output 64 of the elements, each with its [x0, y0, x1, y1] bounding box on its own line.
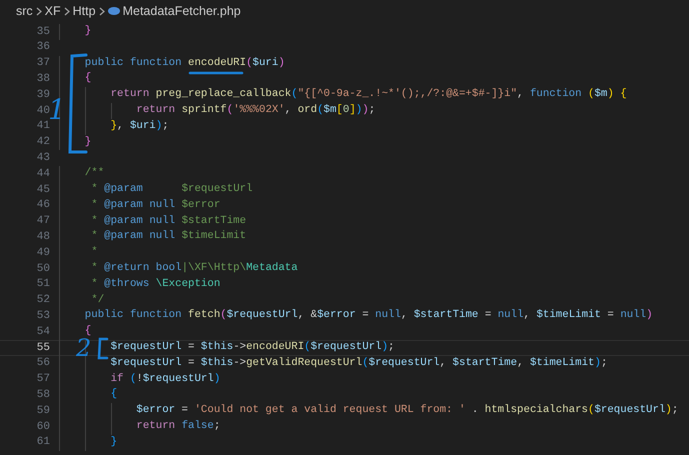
line-number: 43: [36, 151, 51, 166]
chevron-icon: [98, 6, 105, 16]
breadcrumb-item[interactable]: XF: [44, 2, 61, 20]
line-number: 45: [36, 182, 51, 198]
line-number: 61: [36, 435, 51, 450]
code-line: return preg_replace_callback("{[^0-9a-z_.!~*'();,/?:@&=+$#-]}i", function ($m) {: [110, 87, 627, 102]
code-line: public function fetch($requestUrl, &$error = null, $startTime = null, $timeLimit = null): [84, 308, 653, 324]
line-number: 44: [36, 166, 51, 182]
code-line: }: [110, 434, 118, 450]
line-number: 41: [36, 119, 51, 134]
line-number: 36: [36, 40, 51, 56]
line-number: 53: [36, 309, 51, 324]
line-number: 42: [36, 135, 51, 150]
line-number: 49: [36, 246, 51, 261]
breadcrumb-item[interactable]: Http: [72, 2, 96, 20]
code-line: $error = 'Could not get a valid request URL from: ' . htmlspecialchars($requestUrl);: [136, 403, 678, 418]
line-number: 40: [36, 104, 50, 119]
breadcrumb-item[interactable]: src: [16, 2, 33, 20]
code-line: {: [84, 324, 92, 338]
line-number: 38: [36, 72, 51, 88]
code-line: {: [84, 71, 92, 86]
chevron-icon: [64, 6, 70, 16]
line-number: 57: [36, 372, 51, 388]
code-line: * @param $requestUrl: [90, 182, 253, 197]
line-number: 47: [36, 214, 51, 230]
line-number: 55: [36, 340, 51, 356]
php-file-icon: [108, 7, 120, 15]
code-line: {: [110, 387, 118, 402]
code-line: * @param null $timeLimit: [90, 229, 246, 244]
underline-annotation: [188, 71, 244, 75]
line-number: 60: [36, 420, 51, 435]
handwritten-number: 1: [48, 96, 66, 124]
line-number: 54: [36, 324, 51, 340]
line-number: 56: [36, 356, 51, 372]
code-line: }: [84, 24, 92, 39]
code-line: return false;: [136, 418, 220, 434]
line-number: 37: [36, 56, 51, 72]
bracket-annotation: [97, 337, 109, 360]
code-line: $requestUrl = $this->getValidRequestUrl($requestUrl, $startTime, $timeLimit);: [110, 356, 608, 371]
code-line: */: [90, 292, 104, 308]
code-line: $requestUrl = $this->encodeURI($requestUrl);: [110, 340, 394, 355]
code-line: * @return bool|\XF\Http\Metadata: [90, 260, 298, 276]
code-line: if (!$requestUrl): [110, 372, 220, 387]
code-line: }: [84, 134, 92, 150]
code-line: /**: [84, 166, 104, 182]
line-number: 51: [36, 277, 51, 292]
code-line: }, $uri);: [110, 118, 169, 134]
code-line: * @param null $startTime: [90, 214, 246, 229]
code-line: *: [90, 245, 98, 260]
code-line: public function encodeURI($uri): [84, 56, 285, 71]
line-number: 59: [36, 404, 51, 419]
breadcrumb-file[interactable]: MetadataFetcher.php: [122, 2, 241, 20]
line-number: 48: [36, 230, 51, 246]
line-number: 39: [36, 88, 50, 103]
chevron-icon: [36, 6, 42, 16]
handwritten-number: 2: [76, 336, 92, 360]
code-line: * @throws \Exception: [90, 276, 220, 292]
line-number: 50: [36, 262, 51, 277]
line-number: 58: [36, 388, 51, 403]
code-line: return sprintf('%%%02X', ord($m[0]));: [136, 102, 376, 118]
line-number: 35: [36, 24, 51, 40]
code-line: * @param null $error: [90, 198, 220, 213]
line-number: 52: [36, 293, 51, 308]
line-number: 46: [36, 198, 51, 214]
